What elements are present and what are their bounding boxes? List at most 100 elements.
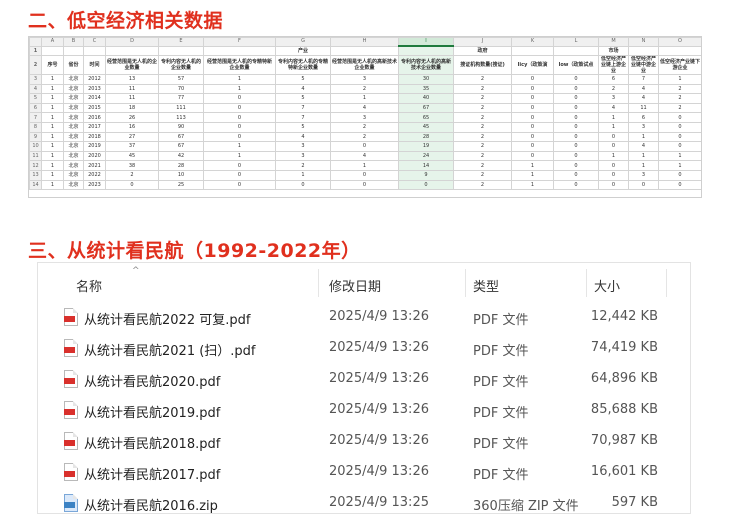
table-cell[interactable]: 低空经济产业链中游企业	[628, 55, 659, 75]
column-divider[interactable]	[465, 269, 466, 297]
table-cell[interactable]: 5	[275, 74, 331, 85]
table-cell[interactable]: 25	[158, 179, 204, 191]
table-cell[interactable]: 1	[203, 141, 276, 152]
table-cell[interactable]: 2	[453, 179, 512, 191]
table-cell[interactable]: 1	[41, 169, 64, 181]
table-cell[interactable]: 2	[453, 160, 512, 171]
table-cell[interactable]: 经营范围是无人机的企业数量	[105, 55, 159, 75]
table-cell[interactable]: 2	[453, 121, 512, 133]
table-cell[interactable]: 1	[658, 150, 701, 162]
column-divider[interactable]	[318, 269, 319, 297]
table-cell[interactable]: 0	[553, 160, 599, 171]
column-letter[interactable]: D	[105, 37, 159, 47]
table-cell[interactable]	[553, 45, 599, 56]
table-cell[interactable]: 7	[628, 74, 659, 85]
column-letter[interactable]: L	[553, 37, 599, 47]
table-cell[interactable]: 0	[203, 121, 276, 133]
table-cell[interactable]: 政府	[453, 45, 512, 56]
table-cell[interactable]: 65	[398, 112, 454, 123]
table-cell[interactable]: 2	[453, 150, 512, 162]
table-cell[interactable]: 专利内容无人机的高新技术企业数量	[398, 55, 454, 75]
table-cell[interactable]: 低空经济产业链上游企业	[598, 55, 629, 75]
table-cell[interactable]: 2	[453, 112, 512, 123]
table-cell[interactable]: 28	[158, 160, 204, 171]
column-letter[interactable]: K	[511, 37, 554, 47]
table-cell[interactable]: 2	[275, 160, 331, 171]
table-cell[interactable]: 5	[275, 93, 331, 104]
table-cell[interactable]: 2018	[83, 131, 106, 143]
row-number[interactable]: 14	[29, 179, 42, 191]
table-cell[interactable]: 37	[105, 141, 159, 152]
table-cell[interactable]: 0	[330, 169, 399, 181]
table-cell[interactable]: 16	[105, 121, 159, 133]
table-cell[interactable]: 0	[511, 150, 554, 162]
table-cell[interactable]: 0	[553, 179, 599, 191]
table-cell[interactable]: 45	[105, 150, 159, 162]
table-cell[interactable]: 经营范围是无人机的高新技术企业数量	[330, 55, 399, 75]
table-cell[interactable]: 0	[511, 83, 554, 95]
table-cell[interactable]: 113	[158, 112, 204, 123]
table-cell[interactable]: 2016	[83, 112, 106, 123]
table-cell[interactable]: 北京	[63, 160, 84, 171]
table-cell[interactable]: 0	[511, 112, 554, 123]
table-cell[interactable]: 0	[203, 93, 276, 104]
table-cell[interactable]: 42	[158, 150, 204, 162]
table-cell[interactable]: 11	[628, 102, 659, 114]
column-letter[interactable]	[29, 37, 42, 47]
table-cell[interactable]: 1	[511, 160, 554, 171]
table-cell[interactable]: 2	[453, 83, 512, 95]
table-cell[interactable]: 产业	[275, 45, 331, 56]
table-cell[interactable]: 9	[398, 169, 454, 181]
table-cell[interactable]: 2017	[83, 121, 106, 133]
table-cell[interactable]: 77	[158, 93, 204, 104]
table-cell[interactable]: 2	[658, 102, 701, 114]
column-letter[interactable]: N	[628, 37, 659, 47]
table-cell[interactable]: 2022	[83, 169, 106, 181]
table-cell[interactable]	[105, 45, 159, 56]
table-cell[interactable]: 0	[658, 112, 701, 123]
table-cell[interactable]: 0	[553, 141, 599, 152]
table-cell[interactable]: 0	[598, 179, 629, 191]
table-cell[interactable]: 1	[41, 150, 64, 162]
row-number[interactable]: 11	[29, 150, 42, 162]
table-cell[interactable]: 4	[628, 83, 659, 95]
table-cell[interactable]: 北京	[63, 102, 84, 114]
table-cell[interactable]: 1	[511, 169, 554, 181]
table-cell[interactable]: 4	[330, 150, 399, 162]
row-number[interactable]: 9	[29, 131, 42, 143]
table-cell[interactable]: 4	[628, 141, 659, 152]
table-cell[interactable]: 3	[628, 121, 659, 133]
table-cell[interactable]: 1	[598, 112, 629, 123]
table-cell[interactable]: 1	[41, 74, 64, 85]
table-cell[interactable]: 北京	[63, 150, 84, 162]
table-cell[interactable]: 0	[658, 121, 701, 133]
table-cell[interactable]: 0	[105, 179, 159, 191]
table-cell[interactable]	[158, 45, 204, 56]
column-divider[interactable]	[666, 269, 667, 297]
table-cell[interactable]: 1	[628, 150, 659, 162]
table-cell[interactable]: 0	[658, 141, 701, 152]
table-cell[interactable]: 1	[628, 131, 659, 143]
table-cell[interactable]: 2020	[83, 150, 106, 162]
table-cell[interactable]: 0	[553, 83, 599, 95]
table-cell[interactable]	[398, 45, 454, 56]
row-number[interactable]: 7	[29, 112, 42, 123]
table-cell[interactable]: 1	[598, 121, 629, 133]
column-letter[interactable]: M	[598, 37, 629, 47]
column-letter[interactable]: F	[203, 37, 276, 47]
table-cell[interactable]	[83, 45, 106, 56]
table-cell[interactable]: 1	[330, 93, 399, 104]
table-cell[interactable]: licy（政策演	[511, 55, 554, 75]
table-cell[interactable]: 1	[41, 93, 64, 104]
table-cell[interactable]: 67	[398, 102, 454, 114]
file-row[interactable]: 从统计看民航2016.zip 2025/4/9 13:25 360压缩 ZIP 文件…	[38, 489, 690, 517]
table-cell[interactable]: 0	[553, 102, 599, 114]
table-cell[interactable]: 30	[398, 74, 454, 85]
table-cell[interactable]: 2	[658, 83, 701, 95]
table-cell[interactable]: 搜证机构数量(搜证)	[453, 55, 512, 75]
table-cell[interactable]: 0	[398, 179, 454, 191]
table-cell[interactable]: 北京	[63, 169, 84, 181]
table-cell[interactable]: 2	[598, 83, 629, 95]
table-cell[interactable]: 3	[628, 169, 659, 181]
table-cell[interactable]: 70	[158, 83, 204, 95]
